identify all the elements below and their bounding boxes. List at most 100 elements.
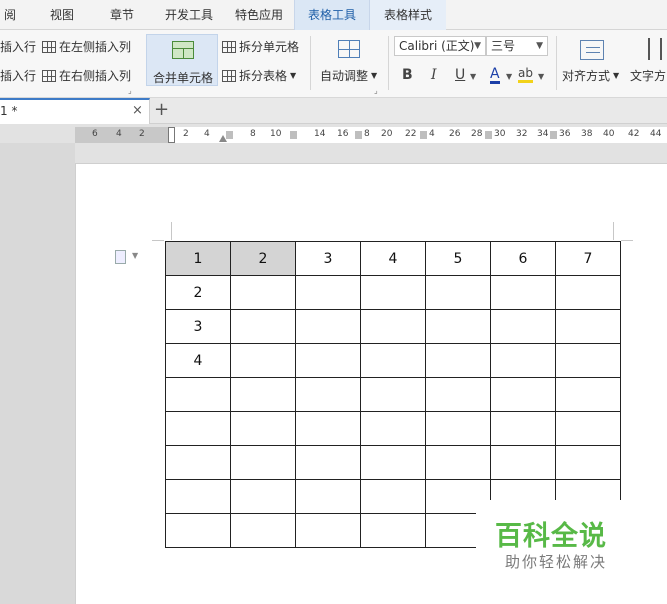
column-marker[interactable]	[226, 131, 233, 139]
table-cell[interactable]	[295, 377, 361, 412]
table-cell[interactable]: 4	[165, 343, 231, 378]
table-cell[interactable]	[230, 513, 296, 548]
insert-col-right-button[interactable]: 在右侧插入列	[42, 67, 131, 84]
table-cell[interactable]	[360, 445, 426, 480]
split-cells-button[interactable]: 拆分单元格	[222, 38, 299, 55]
table-cell[interactable]	[360, 377, 426, 412]
alignment-dropdown-icon: ▼	[613, 71, 620, 80]
font-color-button[interactable]: A	[490, 67, 500, 84]
table-cell[interactable]	[490, 275, 556, 310]
insert-row-above-label: 插入行	[0, 40, 37, 54]
table-cell[interactable]	[490, 309, 556, 344]
tab-table-tools[interactable]: 表格工具	[294, 0, 370, 30]
table-cell[interactable]	[425, 309, 491, 344]
table-cell[interactable]	[230, 275, 296, 310]
column-marker[interactable]	[485, 131, 492, 139]
table-cell[interactable]	[230, 343, 296, 378]
table-cell[interactable]	[555, 343, 621, 378]
bold-button[interactable]: B	[402, 67, 413, 83]
insert-row-above-button[interactable]: 插入行	[0, 38, 36, 55]
tab-chapter[interactable]: 章节	[100, 0, 144, 30]
table-cell[interactable]	[360, 275, 426, 310]
table-cell[interactable]	[490, 445, 556, 480]
table-cell[interactable]	[555, 275, 621, 310]
table-cell[interactable]	[295, 343, 361, 378]
column-marker[interactable]	[550, 131, 557, 139]
table-cell[interactable]: 7	[555, 241, 621, 276]
dialog-launcher-icon[interactable]: ⌟	[374, 86, 378, 95]
table-cell[interactable]	[360, 513, 426, 548]
table-cell[interactable]	[295, 445, 361, 480]
table-cell[interactable]	[165, 377, 231, 412]
document-tab[interactable]: 1 * ×	[0, 98, 150, 124]
italic-button[interactable]: I	[431, 67, 437, 83]
table-cell[interactable]	[555, 377, 621, 412]
table-cell[interactable]	[165, 479, 231, 514]
table-cell[interactable]	[230, 411, 296, 446]
merge-cells-button[interactable]: 合并单元格	[146, 34, 218, 86]
table-cell[interactable]	[490, 411, 556, 446]
tab-view[interactable]: 视图	[42, 0, 82, 30]
split-table-button[interactable]: 拆分表格 ▼	[222, 67, 296, 84]
table-cell[interactable]	[165, 445, 231, 480]
table-cell[interactable]: 3	[165, 309, 231, 344]
indent-marker-icon[interactable]	[168, 127, 175, 143]
table-cell[interactable]	[165, 513, 231, 548]
insert-row-below-button[interactable]: 插入行	[0, 67, 36, 84]
table-cell[interactable]	[360, 309, 426, 344]
paragraph-handle-icon[interactable]	[115, 250, 126, 264]
table-cell[interactable]	[490, 343, 556, 378]
table-cell[interactable]	[360, 479, 426, 514]
table-cell[interactable]	[165, 411, 231, 446]
table-cell[interactable]	[425, 275, 491, 310]
column-marker[interactable]	[420, 131, 427, 139]
table-cell[interactable]	[555, 411, 621, 446]
table-cell[interactable]	[230, 445, 296, 480]
table-cell[interactable]	[555, 445, 621, 480]
new-tab-button[interactable]: +	[154, 99, 169, 120]
table-cell[interactable]	[230, 377, 296, 412]
table-cell[interactable]	[490, 377, 556, 412]
table-cell[interactable]	[295, 275, 361, 310]
tab-special-apps[interactable]: 特色应用	[228, 0, 290, 30]
table-cell[interactable]: 3	[295, 241, 361, 276]
table-cell[interactable]	[425, 343, 491, 378]
paragraph-handle-dropdown-icon[interactable]: ▼	[132, 251, 138, 260]
tab-review[interactable]: 阅	[0, 0, 20, 30]
dialog-launcher-icon[interactable]: ⌟	[128, 86, 132, 95]
table-cell[interactable]	[230, 479, 296, 514]
ruler-label: 14	[314, 129, 326, 139]
column-marker[interactable]	[355, 131, 362, 139]
table-cell[interactable]: 2	[230, 241, 296, 276]
table-cell[interactable]	[230, 309, 296, 344]
table-cell[interactable]: 4	[360, 241, 426, 276]
table-cell[interactable]	[295, 513, 361, 548]
table-cell[interactable]	[295, 479, 361, 514]
table-cell[interactable]	[360, 343, 426, 378]
table-cell[interactable]	[425, 445, 491, 480]
column-marker[interactable]	[290, 131, 297, 139]
alignment-button[interactable]: 对齐方式 ▼	[562, 67, 619, 84]
table-cell[interactable]: 1	[165, 241, 231, 276]
close-icon[interactable]: ×	[132, 103, 143, 118]
highlight-button[interactable]: ab	[518, 67, 533, 83]
table-cell[interactable]	[425, 377, 491, 412]
ruler-label: 42	[628, 129, 640, 139]
font-name-select[interactable]: Calibri (正文) ▼	[394, 36, 486, 56]
table-cell[interactable]	[555, 309, 621, 344]
table-cell[interactable]	[360, 411, 426, 446]
text-direction-button[interactable]: 文字方	[630, 67, 666, 84]
table-cell[interactable]: 6	[490, 241, 556, 276]
table-cell[interactable]	[295, 309, 361, 344]
table-cell[interactable]: 2	[165, 275, 231, 310]
tab-developer[interactable]: 开发工具	[160, 0, 218, 30]
underline-button[interactable]: U	[455, 67, 465, 83]
horizontal-ruler[interactable]: 6 4 2 2 4 8 10 14 16 8 20 22 4 26 28 30 …	[75, 127, 667, 143]
autofit-button[interactable]: 自动调整 ▼	[320, 67, 377, 84]
insert-col-left-button[interactable]: 在左侧插入列	[42, 38, 131, 55]
table-cell[interactable]: 5	[425, 241, 491, 276]
tab-table-style[interactable]: 表格样式	[370, 0, 446, 30]
font-size-select[interactable]: 三号 ▼	[486, 36, 548, 56]
table-cell[interactable]	[295, 411, 361, 446]
table-cell[interactable]	[425, 411, 491, 446]
